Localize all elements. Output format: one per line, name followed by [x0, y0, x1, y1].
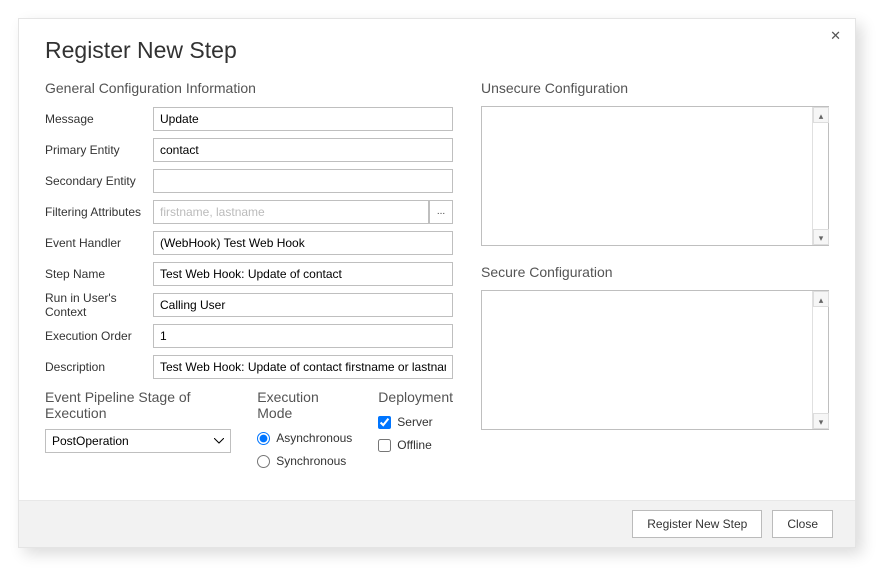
unsecure-config-textarea[interactable]: ▴ ▾ [481, 106, 829, 246]
asynchronous-radio[interactable] [257, 432, 270, 445]
execution-order-label: Execution Order [45, 329, 153, 343]
event-handler-label: Event Handler [45, 236, 153, 250]
run-context-select[interactable]: Calling User [153, 293, 453, 317]
description-label: Description [45, 360, 153, 374]
event-handler-select[interactable]: (WebHook) Test Web Hook [153, 231, 453, 255]
filtering-attributes-input[interactable] [153, 200, 429, 224]
offline-label: Offline [397, 438, 431, 452]
server-label: Server [397, 415, 432, 429]
left-column: General Configuration Information Messag… [45, 80, 453, 500]
pipeline-stage-select[interactable]: PostOperation [45, 429, 231, 453]
primary-entity-input[interactable] [153, 138, 453, 162]
register-new-step-button[interactable]: Register New Step [632, 510, 762, 538]
pipeline-section-title: Event Pipeline Stage of Execution [45, 389, 231, 421]
synchronous-radio[interactable] [257, 455, 270, 468]
primary-entity-label: Primary Entity [45, 143, 153, 157]
step-name-input[interactable] [153, 262, 453, 286]
close-icon[interactable]: ✕ [830, 29, 841, 42]
dialog-footer: Register New Step Close [19, 500, 855, 547]
secondary-entity-label: Secondary Entity [45, 174, 153, 188]
filtering-attributes-picker-button[interactable]: ... [429, 200, 453, 224]
message-input[interactable] [153, 107, 453, 131]
scroll-down-icon[interactable]: ▾ [813, 413, 829, 429]
scroll-up-icon[interactable]: ▴ [813, 291, 829, 307]
description-input[interactable] [153, 355, 453, 379]
offline-checkbox[interactable] [378, 439, 391, 452]
message-label: Message [45, 112, 153, 126]
execution-mode-title: Execution Mode [257, 389, 352, 421]
close-button[interactable]: Close [772, 510, 833, 538]
dialog-title: Register New Step [45, 37, 829, 64]
secure-config-title: Secure Configuration [481, 264, 829, 280]
run-context-label: Run in User's Context [45, 291, 153, 319]
execution-order-input[interactable] [153, 324, 453, 348]
synchronous-label: Synchronous [276, 454, 346, 468]
general-section-title: General Configuration Information [45, 80, 453, 96]
step-name-label: Step Name [45, 267, 153, 281]
deployment-title: Deployment [378, 389, 453, 405]
server-checkbox[interactable] [378, 416, 391, 429]
scroll-up-icon[interactable]: ▴ [813, 107, 829, 123]
secondary-entity-input[interactable] [153, 169, 453, 193]
asynchronous-label: Asynchronous [276, 431, 352, 445]
scroll-down-icon[interactable]: ▾ [813, 229, 829, 245]
register-step-dialog: ✕ Register New Step General Configuratio… [18, 18, 856, 548]
filtering-attributes-label: Filtering Attributes [45, 205, 153, 219]
right-column: Unsecure Configuration ▴ ▾ Secure Config… [481, 80, 829, 500]
unsecure-config-title: Unsecure Configuration [481, 80, 829, 96]
secure-config-textarea[interactable]: ▴ ▾ [481, 290, 829, 430]
